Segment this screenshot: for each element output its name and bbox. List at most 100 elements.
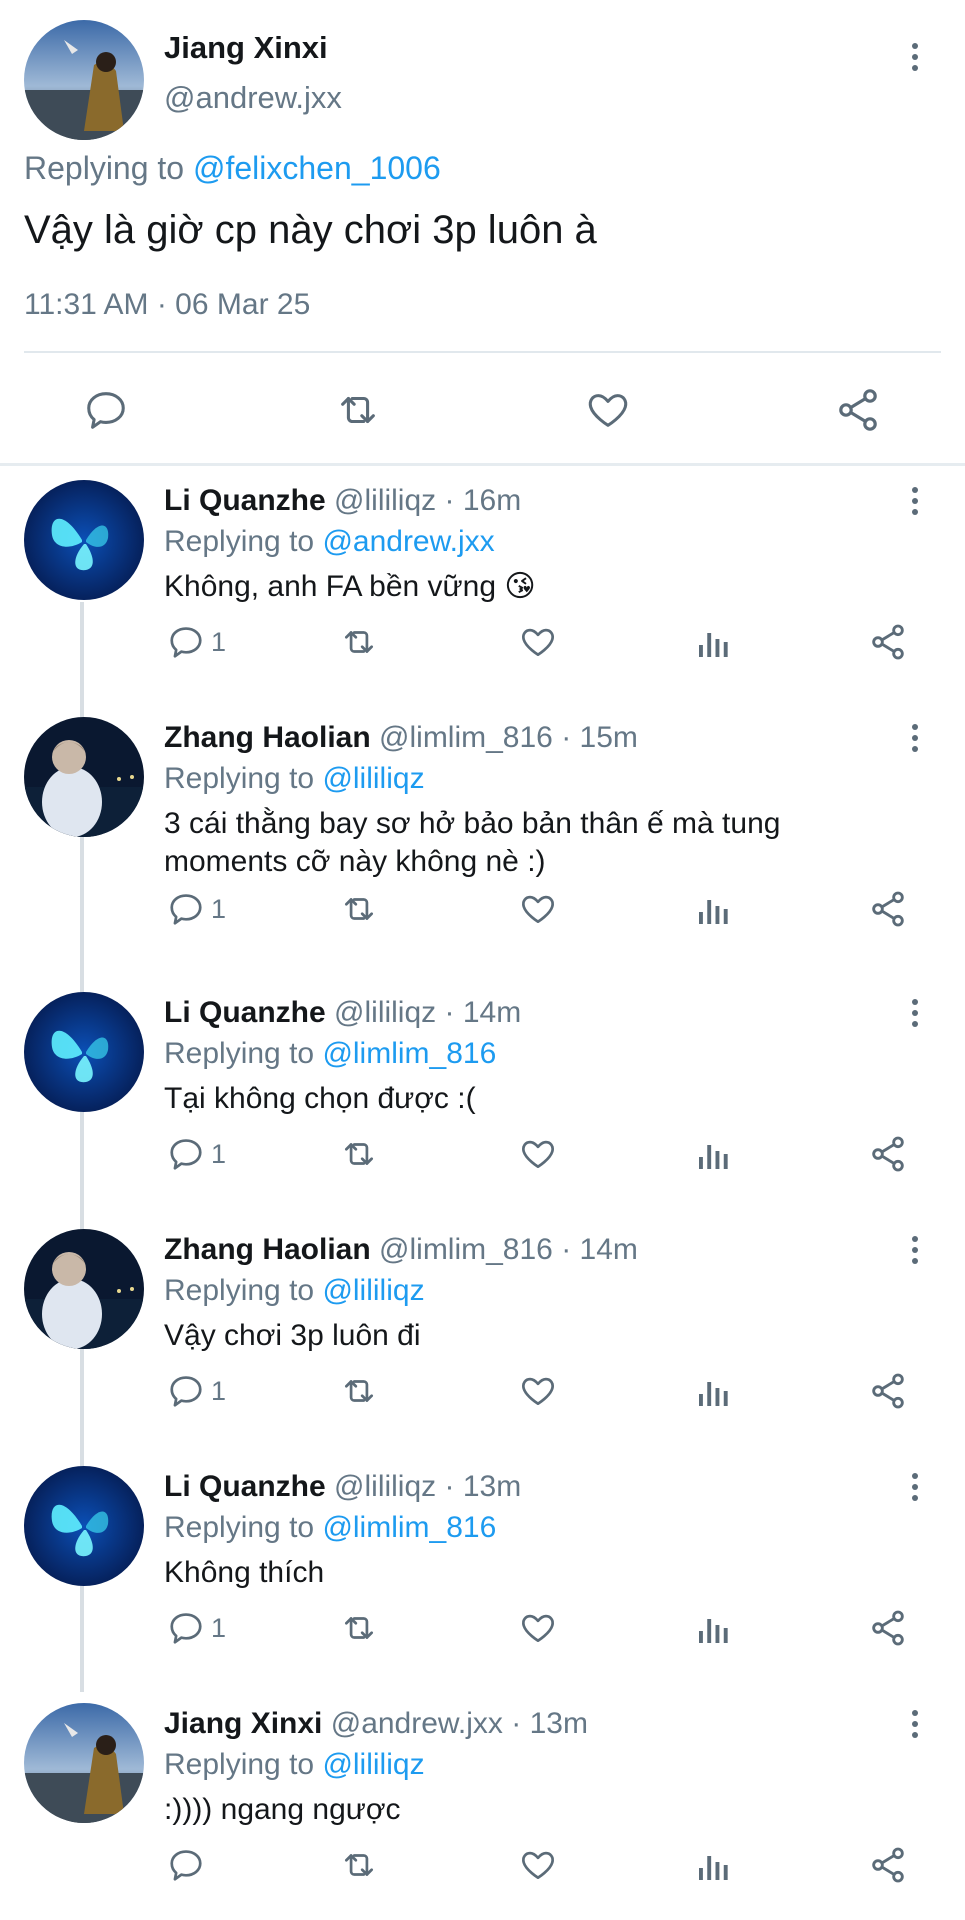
share-icon xyxy=(868,1134,908,1174)
reply-author-name[interactable]: Li Quanzhe xyxy=(164,1470,326,1503)
reply-time: · 15m xyxy=(561,721,638,754)
avatar[interactable] xyxy=(24,480,144,600)
replying-to-line: Replying to @lililiqz xyxy=(164,762,425,796)
reply-author-handle[interactable]: @lililiqz xyxy=(334,484,436,517)
heart-icon xyxy=(518,623,558,661)
author-name[interactable]: Jiang Xinxi xyxy=(164,30,328,66)
retweet-button[interactable] xyxy=(336,887,382,931)
like-button[interactable] xyxy=(516,1843,560,1887)
reply-author-handle[interactable]: @lililiqz xyxy=(334,996,436,1029)
bar-chart-icon xyxy=(696,624,732,660)
reply-button[interactable] xyxy=(164,1369,208,1413)
reply-author-name[interactable]: Li Quanzhe xyxy=(164,484,326,517)
more-options-icon[interactable] xyxy=(905,1230,925,1270)
stats-button[interactable] xyxy=(694,1369,734,1413)
share-button[interactable] xyxy=(866,1606,910,1650)
more-options-icon[interactable] xyxy=(905,718,925,758)
retweet-icon xyxy=(341,396,375,424)
reply-author-name[interactable]: Zhang Haolian xyxy=(164,1233,371,1266)
share-icon xyxy=(868,1845,908,1885)
like-button[interactable] xyxy=(516,1369,560,1413)
retweet-button[interactable] xyxy=(336,1369,382,1413)
replying-prefix: Replying to xyxy=(164,1274,315,1307)
replying-to-link[interactable]: @limlim_816 xyxy=(322,1511,496,1544)
share-button[interactable] xyxy=(830,384,886,436)
reply-text: Tại không chọn được :( xyxy=(164,1082,476,1115)
avatar[interactable] xyxy=(24,1466,144,1586)
retweet-button[interactable] xyxy=(336,620,382,664)
retweet-button[interactable] xyxy=(336,1132,382,1176)
like-button[interactable] xyxy=(580,384,636,436)
reply-author-handle[interactable]: @limlim_816 xyxy=(379,1233,553,1266)
reply-text: Vậy chơi 3p luôn đi xyxy=(164,1319,421,1352)
more-options-icon[interactable] xyxy=(905,481,925,521)
bar-chart-icon xyxy=(696,1136,732,1172)
heart-icon xyxy=(518,1372,558,1410)
reply-button[interactable] xyxy=(164,887,208,931)
reply-text: :)))) ngang ngược xyxy=(164,1793,401,1826)
replying-to-link[interactable]: @limlim_816 xyxy=(322,1037,496,1070)
retweet-button[interactable] xyxy=(336,1606,382,1650)
like-button[interactable] xyxy=(516,620,560,664)
avatar[interactable] xyxy=(24,20,144,140)
like-button[interactable] xyxy=(516,1606,560,1650)
replying-to-link[interactable]: @lililiqz xyxy=(322,762,424,795)
avatar[interactable] xyxy=(24,1229,144,1349)
reply-time: · 14m xyxy=(444,996,522,1029)
share-button[interactable] xyxy=(866,887,910,931)
reply-button[interactable] xyxy=(78,384,134,436)
share-button[interactable] xyxy=(866,1132,910,1176)
stats-button[interactable] xyxy=(694,887,734,931)
heart-icon xyxy=(518,890,558,928)
stats-button[interactable] xyxy=(694,1606,734,1650)
reply-author-handle[interactable]: @andrew.jxx xyxy=(331,1707,503,1740)
like-button[interactable] xyxy=(516,887,560,931)
author-handle[interactable]: @andrew.jxx xyxy=(164,80,342,116)
reply-count: 1 xyxy=(211,627,227,657)
replying-to-line: Replying to @limlim_816 xyxy=(164,1511,496,1545)
share-button[interactable] xyxy=(866,620,910,664)
avatar[interactable] xyxy=(24,1703,144,1823)
reply-header: Jiang Xinxi @andrew.jxx · 13m xyxy=(164,1707,588,1741)
more-options-icon[interactable] xyxy=(905,993,925,1033)
reply-author-name[interactable]: Li Quanzhe xyxy=(164,996,326,1029)
retweet-icon xyxy=(337,623,381,661)
speech-bubble-icon xyxy=(166,1609,206,1647)
reply-author-handle[interactable]: @limlim_816 xyxy=(379,721,553,754)
share-button[interactable] xyxy=(866,1369,910,1413)
more-options-icon[interactable] xyxy=(905,1467,925,1507)
reply-button[interactable] xyxy=(164,1843,208,1887)
more-options-icon[interactable] xyxy=(905,1704,925,1744)
replying-to-link[interactable]: @lililiqz xyxy=(322,1748,424,1781)
replying-to-link[interactable]: @andrew.jxx xyxy=(322,525,494,558)
stats-button[interactable] xyxy=(694,1132,734,1176)
share-button[interactable] xyxy=(866,1843,910,1887)
retweet-icon xyxy=(337,1372,381,1410)
retweet-icon xyxy=(337,1135,381,1173)
replying-to-line: Replying to @felixchen_1006 xyxy=(24,150,441,187)
heart-icon xyxy=(518,1135,558,1173)
reply-time: · 16m xyxy=(444,484,522,517)
reply-button[interactable] xyxy=(164,1132,208,1176)
heart-icon xyxy=(588,394,628,427)
avatar[interactable] xyxy=(24,717,144,837)
avatar[interactable] xyxy=(24,992,144,1112)
like-button[interactable] xyxy=(516,1132,560,1176)
retweet-button[interactable] xyxy=(336,1843,382,1887)
reply-author-name[interactable]: Zhang Haolian xyxy=(164,721,371,754)
reply-button[interactable] xyxy=(164,1606,208,1650)
reply-header: Zhang Haolian @limlim_816 · 14m xyxy=(164,1233,638,1267)
replying-prefix: Replying to xyxy=(24,150,185,186)
replying-to-link[interactable]: @felixchen_1006 xyxy=(193,150,441,186)
replying-to-link[interactable]: @lililiqz xyxy=(322,1274,424,1307)
stats-button[interactable] xyxy=(694,1843,734,1887)
share-icon xyxy=(868,1608,908,1648)
reply-author-name[interactable]: Jiang Xinxi xyxy=(164,1707,322,1740)
replying-prefix: Replying to xyxy=(164,1037,315,1070)
reply-button[interactable] xyxy=(164,620,208,664)
stats-button[interactable] xyxy=(694,620,734,664)
more-options-icon[interactable] xyxy=(905,37,925,77)
retweet-button[interactable] xyxy=(330,384,386,436)
reply-author-handle[interactable]: @lililiqz xyxy=(334,1470,436,1503)
replying-prefix: Replying to xyxy=(164,1511,315,1544)
